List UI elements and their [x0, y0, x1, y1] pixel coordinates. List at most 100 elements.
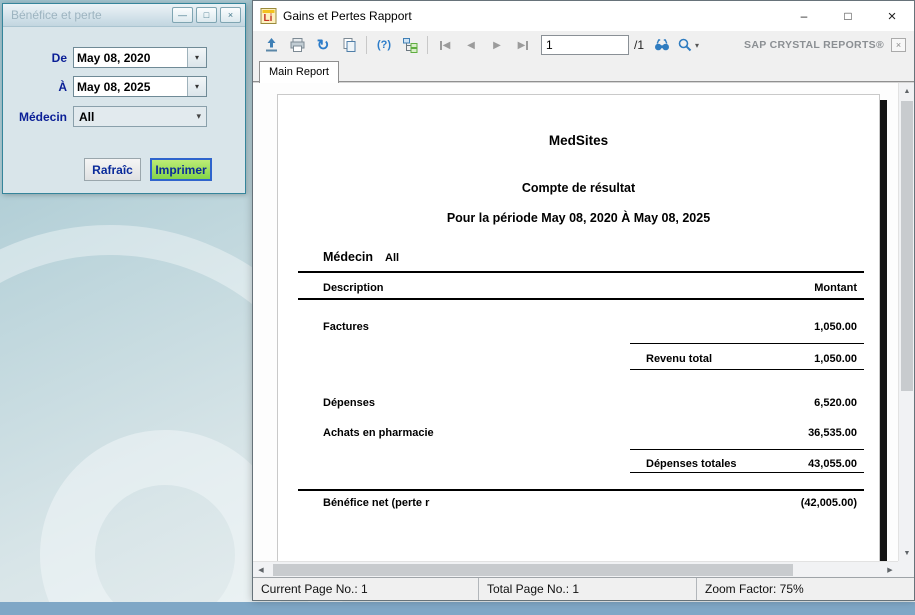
- zoom-icon: [677, 37, 693, 53]
- subtotal-line: [630, 369, 864, 370]
- column-header-amount: Montant: [814, 282, 857, 294]
- date-to-dropdown-icon[interactable]: ▾: [187, 77, 206, 96]
- date-from-row: De ▾: [3, 47, 245, 68]
- toggle-parameter-panel-button[interactable]: (?): [372, 33, 396, 57]
- dialog-body: De ▾ À ▾ Médecin All ▾: [3, 27, 245, 194]
- search-button[interactable]: [650, 33, 674, 57]
- zoom-dropdown-icon: ▾: [695, 41, 699, 50]
- medecin-select[interactable]: All ▾: [73, 106, 207, 127]
- report-window: Li Gains et Pertes Rapport – □ ×: [252, 0, 915, 601]
- report-filter-row: Médecin All: [323, 250, 399, 264]
- status-total-page: Total Page No.: 1: [479, 578, 697, 600]
- scroll-up-icon[interactable]: ▲: [899, 83, 914, 99]
- report-row-amount: 1,050.00: [814, 321, 857, 333]
- report-viewport: MedSites Compte de résultat Pour la péri…: [253, 82, 914, 577]
- window-titlebar[interactable]: Li Gains et Pertes Rapport – □ ×: [253, 1, 914, 31]
- report-title: Compte de résultat: [278, 181, 879, 195]
- previous-page-icon: ◀: [467, 40, 475, 51]
- refresh-icon: ↻: [317, 38, 330, 53]
- brand-label: SAP CRYSTAL REPORTS®: [744, 39, 884, 51]
- report-period: Pour la période May 08, 2020 À May 08, 2…: [278, 211, 879, 225]
- scroll-down-icon[interactable]: ▼: [899, 545, 914, 561]
- first-page-button[interactable]: ◀: [433, 33, 457, 57]
- refresh-button[interactable]: Rafraîc: [84, 158, 141, 181]
- print-report-button[interactable]: [285, 33, 309, 57]
- parameter-panel-icon: (?): [377, 39, 391, 51]
- date-to-row: À ▾: [3, 76, 245, 97]
- next-page-icon: ▶: [493, 40, 501, 51]
- copy-icon: [341, 37, 357, 53]
- report-page: MedSites Compte de résultat Pour la péri…: [277, 94, 880, 577]
- page-number-input[interactable]: [541, 35, 629, 55]
- first-page-icon: [440, 41, 442, 50]
- scroll-left-icon[interactable]: ◀: [253, 562, 269, 577]
- window-title: Gains et Pertes Rapport: [283, 9, 782, 23]
- toolbar-separator: [366, 36, 367, 54]
- window-close-button[interactable]: ×: [870, 1, 914, 31]
- vertical-scrollbar[interactable]: ▲ ▼: [898, 83, 914, 561]
- date-from-input[interactable]: [74, 48, 187, 67]
- dialog-titlebar[interactable]: Bénéfice et perte — □ ×: [3, 4, 245, 27]
- date-to-label: À: [3, 80, 67, 94]
- report-row-label: Dépenses: [323, 397, 375, 409]
- date-to-picker: ▾: [73, 76, 207, 97]
- report-subtotal-amount: 43,055.00: [808, 458, 857, 470]
- toolbar-separator: [427, 36, 428, 54]
- column-header-description: Description: [323, 282, 384, 294]
- vertical-scrollbar-thumb[interactable]: [901, 101, 913, 391]
- export-button[interactable]: [259, 33, 283, 57]
- medecin-label: Médecin: [3, 110, 67, 124]
- date-to-input[interactable]: [74, 77, 187, 96]
- brand-area: SAP CRYSTAL REPORTS® ×: [744, 38, 909, 52]
- divider-line: [298, 271, 864, 273]
- report-net-label: Bénéfice net (perte r: [323, 497, 429, 509]
- report-subtotal-label: Dépenses totales: [646, 458, 736, 470]
- report-net-amount: (42,005.00): [801, 497, 857, 509]
- app-icon: Li: [260, 8, 277, 24]
- dialog-maximize-button[interactable]: □: [196, 7, 217, 23]
- last-page-button[interactable]: ▶: [511, 33, 535, 57]
- window-maximize-button[interactable]: □: [826, 1, 870, 31]
- horizontal-scrollbar-thumb[interactable]: [273, 564, 793, 576]
- tab-bar: Main Report: [253, 59, 914, 82]
- subtotal-line: [630, 343, 864, 344]
- divider-line: [298, 298, 864, 300]
- report-filter-label: Médecin: [323, 250, 373, 264]
- svg-text:Li: Li: [264, 13, 273, 24]
- page-total-label: /1: [634, 38, 644, 52]
- next-page-button[interactable]: ▶: [485, 33, 509, 57]
- date-from-label: De: [3, 51, 67, 65]
- scroll-right-icon[interactable]: ▶: [882, 562, 898, 577]
- net-total-line: [298, 489, 864, 491]
- status-zoom-factor: Zoom Factor: 75%: [697, 578, 914, 600]
- date-from-dropdown-icon[interactable]: ▾: [187, 48, 206, 67]
- brand-close-button[interactable]: ×: [891, 38, 906, 52]
- dialog-buttons: Rafraîc Imprimer: [3, 158, 245, 181]
- group-tree-icon: [402, 37, 419, 53]
- refresh-report-button[interactable]: ↻: [311, 33, 335, 57]
- zoom-button[interactable]: ▾: [676, 33, 700, 57]
- binoculars-icon: [653, 37, 671, 53]
- dialog-minimize-button[interactable]: —: [172, 7, 193, 23]
- status-current-page: Current Page No.: 1: [253, 578, 479, 600]
- background-band: [0, 602, 915, 615]
- export-icon: [263, 37, 280, 53]
- window-minimize-button[interactable]: –: [782, 1, 826, 31]
- horizontal-scrollbar[interactable]: ◀ ▶: [253, 561, 898, 577]
- report-row-label: Achats en pharmacie: [323, 427, 434, 439]
- tab-main-report[interactable]: Main Report: [259, 61, 339, 83]
- previous-page-button[interactable]: ◀: [459, 33, 483, 57]
- report-row-amount: 6,520.00: [814, 397, 857, 409]
- report-row-amount: 36,535.00: [808, 427, 857, 439]
- chevron-down-icon: ▾: [196, 111, 201, 122]
- scrollbar-corner: [898, 561, 914, 577]
- dialog-close-button[interactable]: ×: [220, 7, 241, 23]
- report-subtotal-label: Revenu total: [646, 353, 712, 365]
- report-subtotal-amount: 1,050.00: [814, 353, 857, 365]
- print-button[interactable]: Imprimer: [150, 158, 212, 181]
- last-page-icon: [526, 41, 528, 50]
- medecin-selected-value: All: [79, 110, 196, 124]
- toggle-group-tree-button[interactable]: [398, 33, 422, 57]
- filter-dialog: Bénéfice et perte — □ × De ▾ À ▾ Mé: [2, 3, 246, 194]
- copy-button[interactable]: [337, 33, 361, 57]
